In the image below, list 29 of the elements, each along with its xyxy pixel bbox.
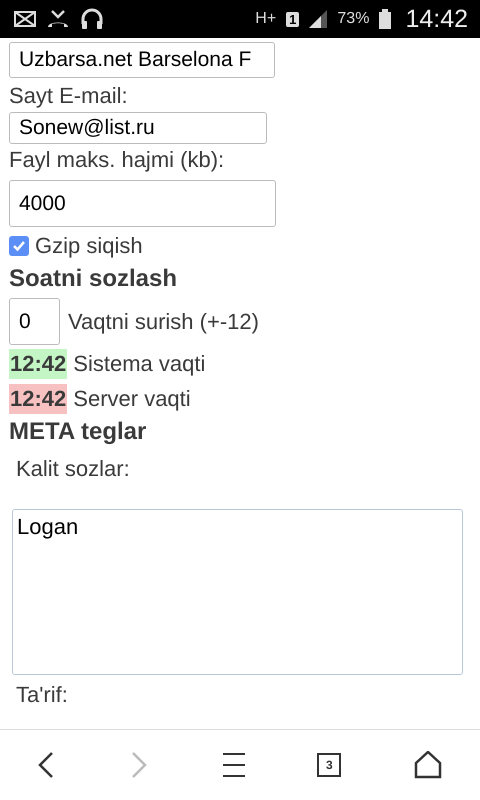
time-offset-label: Vaqtni surish (+-12) xyxy=(68,308,259,336)
time-label: Server vaqti xyxy=(73,385,191,413)
email-label: Sayt E-mail: xyxy=(9,82,129,110)
gzip-label: Gzip siqish xyxy=(35,232,143,260)
signal-icon xyxy=(309,10,328,28)
time-offset-field[interactable]: 0 xyxy=(9,298,60,345)
checkmark-icon xyxy=(12,240,26,252)
battery-percent: 73% xyxy=(337,10,370,28)
keywords-field[interactable]: Logan xyxy=(12,509,463,675)
sim-badge: 1 xyxy=(286,12,300,26)
file-size-field[interactable]: 4000 xyxy=(9,180,276,227)
battery-icon xyxy=(379,9,392,29)
email-field[interactable]: Sonew@list.ru xyxy=(9,112,267,144)
description-label: Ta'rif: xyxy=(16,681,69,709)
keywords-label: Kalit sozlar: xyxy=(16,455,131,483)
missed-call-icon xyxy=(46,9,70,29)
time-stamp: 12:42 xyxy=(9,384,68,414)
tabs-button[interactable]: 3 xyxy=(317,753,342,777)
clock: 14:42 xyxy=(405,4,468,34)
meta-heading: META teglar xyxy=(9,417,148,447)
time-stamp: 12:42 xyxy=(9,349,68,379)
time-label: Sistema vaqti xyxy=(73,350,206,378)
network-type: H+ xyxy=(255,10,276,28)
mail-icon xyxy=(14,11,36,27)
site-name-field[interactable]: Uzbarsa.net Barselona F xyxy=(9,42,275,78)
headphones-icon xyxy=(80,8,104,30)
file-size-label: Fayl maks. hajmi (kb): xyxy=(9,146,226,174)
clock-heading: Soatni sozlash xyxy=(9,264,178,294)
gzip-checkbox[interactable] xyxy=(9,236,29,256)
